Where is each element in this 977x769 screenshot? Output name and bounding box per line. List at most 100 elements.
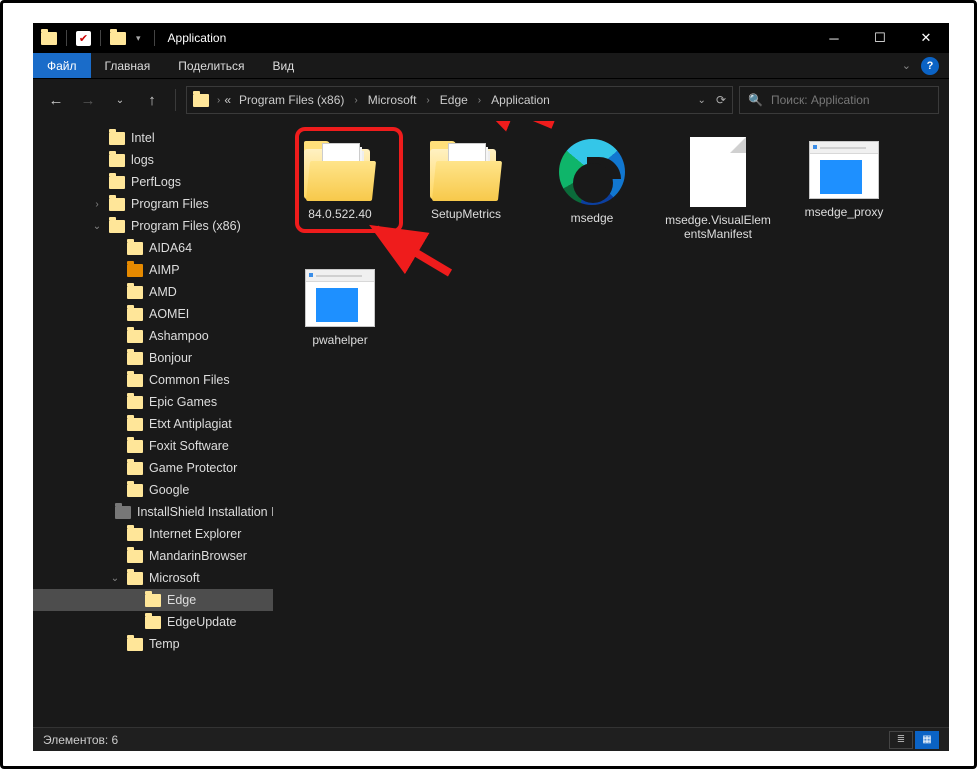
recent-dropdown[interactable]: ⌄ xyxy=(107,87,133,113)
forward-button[interactable]: → xyxy=(75,87,101,113)
folder-icon xyxy=(109,198,125,211)
maximize-button[interactable]: ☐ xyxy=(857,23,903,53)
folder-icon xyxy=(127,462,143,475)
file-item[interactable]: SetupMetrics xyxy=(403,131,529,259)
item-label: msedge_proxy xyxy=(805,205,884,219)
tree-node[interactable]: Etxt Antiplagiat xyxy=(33,413,273,435)
folder-icon xyxy=(109,220,125,233)
folder-icon xyxy=(127,572,143,585)
nav-separator xyxy=(175,89,176,111)
content-pane[interactable]: 84.0.522.40 SetupMetrics msedge msedge.Visu… xyxy=(273,121,949,727)
tree-node[interactable]: MandarinBrowser xyxy=(33,545,273,567)
tree-node[interactable]: ⌄ Microsoft xyxy=(33,567,273,589)
qat-properties-icon[interactable]: ✔ xyxy=(76,31,91,46)
tree-node[interactable]: Temp xyxy=(33,633,273,655)
address-bar[interactable]: › « Program Files (x86) › Microsoft › Ed… xyxy=(186,86,733,114)
tree-node[interactable]: AMD xyxy=(33,281,273,303)
tree-toggle-icon[interactable]: ⌄ xyxy=(91,221,103,232)
tree-label: Temp xyxy=(149,637,180,651)
tree-node[interactable]: AIMP xyxy=(33,259,273,281)
ribbon: Файл Главная Поделиться Вид ⌄ ? xyxy=(33,53,949,79)
item-label: SetupMetrics xyxy=(431,207,501,221)
application-icon xyxy=(305,269,375,327)
tree-node[interactable]: AOMEI xyxy=(33,303,273,325)
tree-node[interactable]: Common Files xyxy=(33,369,273,391)
qat-customize-icon[interactable]: ▾ xyxy=(132,33,145,44)
tree-node[interactable]: PerfLogs xyxy=(33,171,273,193)
tree-label: AIDA64 xyxy=(149,241,192,255)
chevron-right-icon[interactable]: › xyxy=(476,95,483,106)
file-item[interactable]: pwahelper xyxy=(277,259,403,387)
chevron-right-icon[interactable]: › xyxy=(215,95,222,106)
tree-node[interactable]: Game Protector xyxy=(33,457,273,479)
tree-node[interactable]: Bonjour xyxy=(33,347,273,369)
item-label: 84.0.522.40 xyxy=(308,207,371,221)
item-label: msedge xyxy=(571,211,614,225)
tree-node[interactable]: Intel xyxy=(33,127,273,149)
minimize-button[interactable]: ─ xyxy=(811,23,857,53)
tab-file[interactable]: Файл xyxy=(33,53,91,78)
nav-tree[interactable]: Intel logsPerfLogs › Program Files ⌄Program … xyxy=(33,121,273,727)
folder-icon xyxy=(430,143,502,201)
crumb-overflow[interactable]: « xyxy=(224,93,231,107)
qat-separator xyxy=(66,30,67,46)
tree-label: Microsoft xyxy=(149,571,200,585)
crumb-programfiles[interactable]: Program Files (x86) xyxy=(233,93,350,107)
tree-node[interactable]: › Program Files xyxy=(33,193,273,215)
address-dropdown-icon[interactable]: ⌄ xyxy=(698,95,706,106)
tree-toggle-icon[interactable]: › xyxy=(91,199,103,210)
chevron-right-icon[interactable]: › xyxy=(424,95,431,106)
search-box[interactable]: 🔍 Поиск: Application xyxy=(739,86,939,114)
tab-view[interactable]: Вид xyxy=(258,53,308,78)
refresh-icon[interactable]: ⟳ xyxy=(716,93,726,107)
window-title: Application xyxy=(168,31,227,45)
tree-label: AOMEI xyxy=(149,307,189,321)
tree-node[interactable]: Foxit Software xyxy=(33,435,273,457)
tree-node[interactable]: Internet Explorer xyxy=(33,523,273,545)
file-item[interactable]: msedge.VisualElementsManifest xyxy=(655,131,781,259)
folder-icon xyxy=(115,506,131,519)
folder-icon xyxy=(109,176,125,189)
up-button[interactable]: ↑ xyxy=(139,87,165,113)
tree-node[interactable]: logs xyxy=(33,149,273,171)
folder-icon xyxy=(109,154,125,167)
crumb-microsoft[interactable]: Microsoft xyxy=(362,93,423,107)
tree-node[interactable]: InstallShield Installation Informat xyxy=(33,501,273,523)
file-item[interactable]: msedge_proxy xyxy=(781,131,907,259)
search-icon: 🔍 xyxy=(748,93,763,107)
view-largeicons-button[interactable]: ▦ xyxy=(915,731,939,749)
ribbon-expand-icon[interactable]: ⌄ xyxy=(902,59,911,72)
help-icon[interactable]: ? xyxy=(921,57,939,75)
back-button[interactable]: ← xyxy=(43,87,69,113)
tab-share[interactable]: Поделиться xyxy=(164,53,258,78)
tree-node[interactable]: AIDA64 xyxy=(33,237,273,259)
tree-node[interactable]: Ashampoo xyxy=(33,325,273,347)
chevron-right-icon[interactable]: › xyxy=(352,95,359,106)
crumb-application[interactable]: Application xyxy=(485,93,556,107)
tree-label: Program Files xyxy=(131,197,209,211)
folder-icon xyxy=(127,286,143,299)
tree-node[interactable]: Google xyxy=(33,479,273,501)
file-item[interactable]: 84.0.522.40 xyxy=(277,131,403,259)
crumb-edge[interactable]: Edge xyxy=(434,93,474,107)
tree-toggle-icon[interactable]: ⌄ xyxy=(109,573,121,584)
tree-node[interactable]: ⌄Program Files (x86) xyxy=(33,215,273,237)
file-item[interactable]: msedge xyxy=(529,131,655,259)
status-bar: Элементов: 6 ≣ ▦ xyxy=(33,727,949,751)
tab-home[interactable]: Главная xyxy=(91,53,165,78)
view-details-button[interactable]: ≣ xyxy=(889,731,913,749)
qat-newfolder-icon[interactable] xyxy=(110,32,126,45)
tree-label: MandarinBrowser xyxy=(149,549,247,563)
close-button[interactable]: ✕ xyxy=(903,23,949,53)
tree-node[interactable]: Edge xyxy=(33,589,273,611)
status-item-count: Элементов: 6 xyxy=(43,733,118,747)
tree-node[interactable]: EdgeUpdate xyxy=(33,611,273,633)
folder-icon xyxy=(127,550,143,563)
folder-icon xyxy=(145,594,161,607)
tree-label: Common Files xyxy=(149,373,230,387)
nav-row: ← → ⌄ ↑ › « Program Files (x86) › Micros… xyxy=(33,79,949,121)
folder-icon xyxy=(145,616,161,629)
tree-node[interactable]: Epic Games xyxy=(33,391,273,413)
folder-icon xyxy=(127,418,143,431)
tree-label: Intel xyxy=(131,131,155,145)
